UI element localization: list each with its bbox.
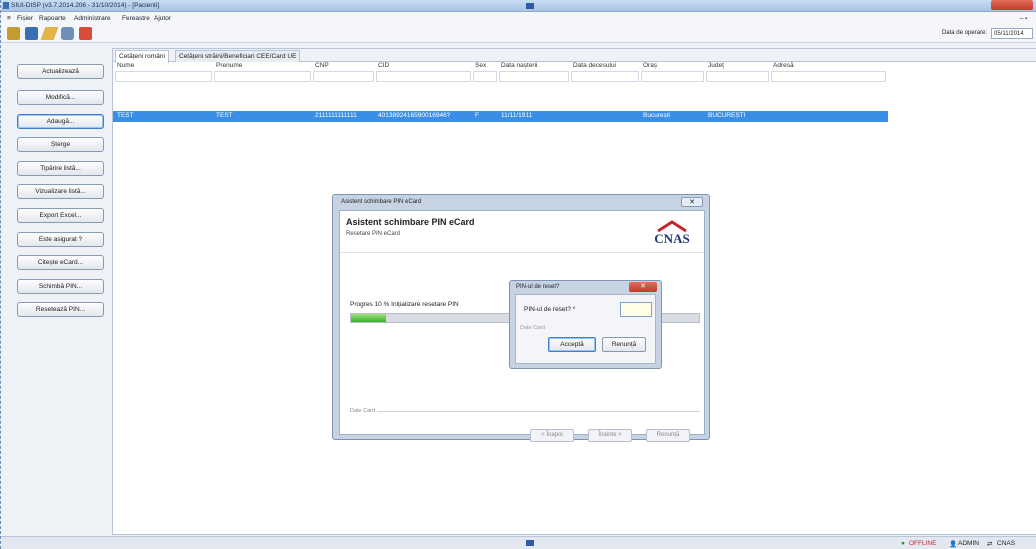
offline-status: OFFLINE [909, 540, 937, 547]
refresh-button[interactable]: Actualizează [17, 64, 104, 79]
cell-cid: 4013892416590016946? [378, 112, 451, 119]
mdi-controls[interactable]: – ⬝ [1020, 15, 1027, 23]
menu-file[interactable]: Fișier [17, 15, 33, 22]
date-label: Data de operare: [941, 30, 987, 36]
toolbar: Data de operare: 05/11/2014 [1, 25, 1036, 43]
cell-cnp: 2111111111111 [315, 112, 357, 119]
card-data-label: Date Card [350, 408, 378, 414]
tab-strip: Cetățeni români Cetățeni străini/Benefic… [113, 49, 1036, 63]
wizard-title: Asistent schimbare PIN eCard [341, 199, 422, 205]
accept-button[interactable]: Acceptă [548, 337, 596, 352]
export-excel-button[interactable]: Export Excel... [17, 208, 104, 223]
edit-icon[interactable] [40, 27, 59, 40]
network-icon: ⇄ [987, 541, 993, 548]
modify-button[interactable]: Modifică... [17, 90, 104, 105]
cell-firstname: TEST [216, 112, 233, 119]
status-bar: ● OFFLINE 👤 ADMIN ⇄ CNAS [1, 536, 1036, 549]
cell-city: București [643, 112, 671, 119]
title-marker-icon [526, 3, 534, 9]
cell-birthdate: 11/11/1911 [501, 112, 533, 119]
col-header[interactable]: Județ [708, 62, 724, 71]
settings-icon[interactable] [61, 27, 74, 40]
filter-cell[interactable] [376, 71, 471, 82]
print-list-button[interactable]: Tipărire listă... [17, 161, 104, 176]
next-button[interactable]: Înainte > [588, 429, 632, 442]
filter-cell[interactable] [115, 71, 212, 82]
menu-help[interactable]: Ajutor [154, 15, 171, 22]
menu-icon: ≡ [7, 15, 11, 22]
cancel-button[interactable]: Renunță [602, 337, 646, 352]
col-header[interactable]: Data nașterii [501, 62, 538, 71]
menu-admin[interactable]: Administrare [74, 15, 110, 22]
col-header[interactable]: Data decesului [573, 62, 616, 71]
close-icon[interactable]: ✕ [629, 282, 657, 292]
title-bar: SIUI-DISP (v3.7.2014.206 - 31/10/2014) -… [1, 0, 1036, 12]
change-pin-button[interactable]: Schimbă PIN... [17, 279, 104, 294]
window-title: SIUI-DISP (v3.7.2014.206 - 31/10/2014) -… [11, 2, 160, 9]
pin-label: PIN-ul de reset? * [524, 306, 576, 313]
org-status: CNAS [997, 540, 1016, 547]
col-header[interactable]: Nume [117, 62, 134, 71]
date-field[interactable]: 05/11/2014 [991, 28, 1033, 39]
users-icon[interactable] [7, 27, 20, 40]
col-header[interactable]: CID [378, 62, 389, 71]
menu-reports[interactable]: Rapoarte [39, 15, 66, 22]
filter-cell[interactable] [706, 71, 769, 82]
status-marker-icon [526, 540, 534, 546]
print-icon[interactable] [79, 27, 92, 40]
filter-cell[interactable] [214, 71, 311, 82]
cell-name: TEST [117, 112, 134, 119]
app-icon [3, 2, 9, 9]
offline-icon: ● [901, 540, 905, 547]
pin-dialog: PIN-ul de reset? ✕ PIN-ul de reset? * Da… [509, 280, 662, 369]
col-header[interactable]: Adresă [773, 62, 794, 71]
cell-sex: F [475, 112, 479, 119]
col-header[interactable]: CNP [315, 62, 329, 71]
read-ecard-button[interactable]: Citește eCard... [17, 255, 104, 270]
tab-foreign-citizens[interactable]: Cetățeni străini/Beneficiari CEE/Card UE [175, 50, 301, 62]
sidebar: Actualizează Modifică... Adaugă... Șterg… [9, 48, 112, 535]
filter-cell[interactable] [571, 71, 639, 82]
col-header[interactable]: Prenume [216, 62, 242, 71]
close-icon[interactable]: ✕ [681, 197, 703, 207]
wizard-header: Asistent schimbare PIN eCard Resetare PI… [340, 211, 704, 253]
table-row[interactable]: TEST TEST 2111111111111 4013892416590016… [113, 111, 888, 122]
filter-cell[interactable] [313, 71, 374, 82]
cancel-button[interactable]: Renunță [646, 429, 690, 442]
reset-pin-button[interactable]: Resetează PIN... [17, 302, 104, 317]
logo-text: CNAS [654, 231, 690, 246]
user-icon: 👤 [949, 541, 958, 548]
logout-icon[interactable] [25, 27, 38, 40]
menu-bar: ≡ Fișier Rapoarte Administrare Fereastre… [1, 12, 1036, 25]
is-insured-button[interactable]: Este asigurat ? [17, 232, 104, 247]
view-list-button[interactable]: Vizualizare listă... [17, 184, 104, 199]
add-button[interactable]: Adaugă... [17, 114, 104, 129]
progress-label: Progres 10 % Inițializare resetare PIN [350, 301, 459, 308]
progress-fill [351, 314, 386, 322]
cnas-logo: CNAS [654, 219, 690, 247]
card-data-label: Date Card [520, 325, 546, 331]
cell-county: BUCUREȘTI [708, 112, 746, 119]
filter-cell[interactable] [499, 71, 569, 82]
col-header[interactable]: Sex [475, 62, 486, 71]
pin-dialog-body: PIN-ul de reset? * Date Card Acceptă Ren… [515, 294, 656, 364]
menu-windows[interactable]: Fereastre [122, 15, 150, 22]
pin-dialog-title: PIN-ul de reset? [516, 284, 560, 290]
card-data-group: Date Card [350, 408, 700, 414]
pin-input[interactable] [620, 302, 652, 317]
main-window: SIUI-DISP (v3.7.2014.206 - 31/10/2014) -… [0, 0, 1036, 549]
user-status: ADMIN [958, 540, 979, 547]
wizard-heading: Asistent schimbare PIN eCard [346, 217, 475, 227]
delete-button[interactable]: Șterge [17, 137, 104, 152]
col-header[interactable]: Oraș [643, 62, 657, 71]
back-button[interactable]: < Înapoi [530, 429, 574, 442]
window-controls[interactable] [991, 0, 1033, 10]
filter-cell[interactable] [473, 71, 497, 82]
wizard-subheading: Resetare PIN eCard [346, 231, 401, 237]
filter-cell[interactable] [641, 71, 704, 82]
filter-cell[interactable] [771, 71, 886, 82]
